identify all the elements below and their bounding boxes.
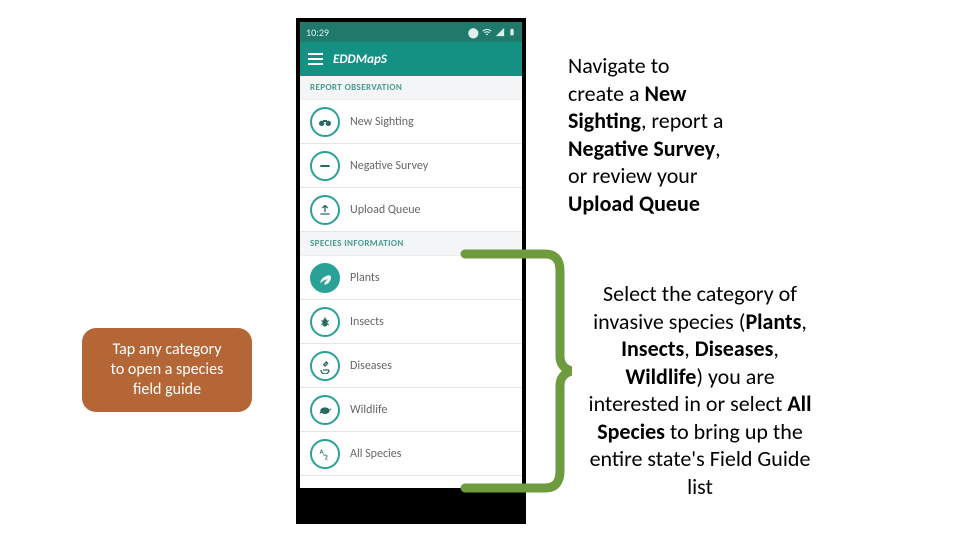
item-label: Diseases — [350, 359, 392, 373]
text: list — [687, 473, 713, 500]
bold: Diseases — [695, 335, 774, 362]
text: interested in or select — [589, 390, 788, 417]
android-status-bar: 10:29 ⬤ — [300, 22, 522, 42]
item-insects[interactable]: Insects — [300, 300, 522, 344]
item-label: Plants — [350, 271, 380, 285]
bold: New — [645, 80, 687, 107]
left-callout: Tap any category to open a species field… — [82, 328, 252, 412]
section-report-observation: REPORT OBSERVATION — [300, 76, 522, 100]
text: Navigate to — [568, 52, 669, 79]
callout-line: Tap any category — [94, 340, 240, 360]
wifi-icon — [482, 27, 492, 37]
bold: Insects — [621, 335, 684, 362]
text: ) you are — [696, 363, 774, 390]
menu-icon[interactable] — [308, 53, 323, 65]
item-wildlife[interactable]: Wildlife — [300, 388, 522, 432]
text: , — [684, 335, 694, 362]
phone-mockup: 10:29 ⬤ EDDMapS REPORT OBSERVATION New S… — [296, 18, 526, 524]
item-diseases[interactable]: Diseases — [300, 344, 522, 388]
text: , — [801, 308, 807, 335]
a-to-z-icon: AZto — [310, 439, 340, 469]
text: create a — [568, 80, 645, 107]
bug-icon — [310, 307, 340, 337]
app-title: EDDMapS — [333, 52, 387, 67]
status-time: 10:29 — [306, 26, 329, 39]
item-label: New Sighting — [350, 115, 414, 129]
notification-icon: ⬤ — [468, 26, 479, 39]
item-new-sighting[interactable]: New Sighting — [300, 100, 522, 144]
item-plants[interactable]: Plants — [300, 256, 522, 300]
bold: Sighting — [568, 107, 641, 134]
item-label: Wildlife — [350, 403, 387, 417]
upload-icon — [310, 195, 340, 225]
text: to bring up the — [665, 418, 803, 445]
leaf-icon — [310, 263, 340, 293]
bold: Upload Queue — [568, 190, 700, 217]
bold: Plants — [745, 308, 801, 335]
callout-line: to open a species — [94, 360, 240, 380]
animal-icon — [310, 395, 340, 425]
bold: Negative Survey — [568, 135, 715, 162]
text: invasive species ( — [593, 308, 745, 335]
signal-icon — [495, 27, 505, 37]
callout-line: field guide — [94, 380, 240, 400]
item-label: Upload Queue — [350, 203, 420, 217]
item-label: Insects — [350, 315, 384, 329]
item-label: Negative Survey — [350, 159, 428, 173]
text: or review your — [568, 162, 698, 189]
item-upload-queue[interactable]: Upload Queue — [300, 188, 522, 232]
item-negative-survey[interactable]: Negative Survey — [300, 144, 522, 188]
app-bar: EDDMapS — [300, 42, 522, 76]
bottom-right-annotation: Select the category of invasive species … — [560, 280, 840, 500]
microscope-icon — [310, 351, 340, 381]
text: , — [715, 135, 721, 162]
item-all-species[interactable]: AZto All Species — [300, 432, 522, 476]
text: , — [773, 335, 779, 362]
section-species-information: SPECIES INFORMATION — [300, 232, 522, 256]
text: , report a — [641, 107, 724, 134]
phone-screen: 10:29 ⬤ EDDMapS REPORT OBSERVATION New S… — [300, 22, 522, 520]
text: Select the category of — [603, 280, 797, 307]
svg-text:to: to — [323, 453, 326, 458]
battery-icon — [508, 27, 516, 37]
bold: Species — [597, 418, 665, 445]
text: entire state's Field Guide — [590, 445, 811, 472]
android-nav-bar — [300, 488, 522, 520]
top-right-annotation: Navigate to create a New Sighting, repor… — [568, 52, 768, 217]
bold: Wildlife — [625, 363, 696, 390]
bold: All — [787, 390, 811, 417]
minus-icon — [310, 151, 340, 181]
binoculars-icon — [310, 107, 340, 137]
item-label: All Species — [350, 447, 401, 461]
status-icons: ⬤ — [468, 26, 516, 39]
